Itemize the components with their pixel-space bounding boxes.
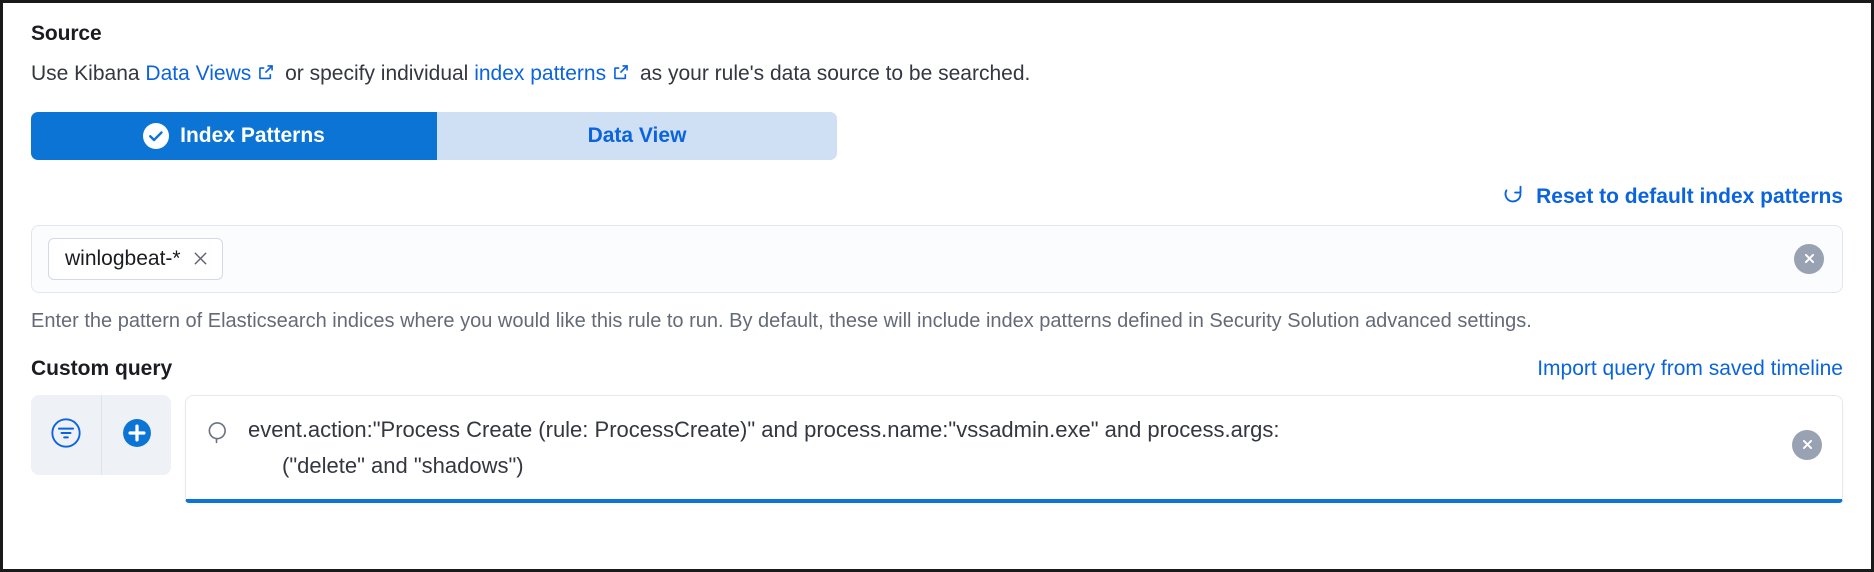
index-patterns-link[interactable]: index patterns <box>474 62 606 85</box>
query-bar-icon-buttons <box>31 395 171 475</box>
external-link-icon-2 <box>611 62 631 90</box>
check-circle-icon <box>143 123 169 149</box>
import-query-from-saved-timeline-link[interactable]: Import query from saved timeline <box>1537 357 1843 381</box>
query-text-line-2: ("delete" and "shadows") <box>248 448 1280 484</box>
add-filter-button[interactable] <box>31 395 101 475</box>
data-views-link[interactable]: Data Views <box>145 62 251 85</box>
external-link-icon <box>256 62 276 90</box>
filter-icon <box>48 415 84 454</box>
clear-index-patterns-button[interactable] <box>1794 244 1824 274</box>
index-pattern-pill-label: winlogbeat-* <box>65 247 181 271</box>
index-patterns-combobox[interactable]: winlogbeat-* <box>31 225 1843 293</box>
custom-query-header: Custom query Import query from saved tim… <box>31 357 1843 381</box>
add-query-button[interactable] <box>101 395 171 475</box>
search-icon <box>204 418 234 453</box>
remove-pill-icon[interactable] <box>191 249 210 268</box>
tab-data-view[interactable]: Data View <box>437 112 837 160</box>
desc-prefix: Use Kibana <box>31 62 145 85</box>
index-pattern-pill: winlogbeat-* <box>48 238 223 280</box>
tab-index-patterns-label: Index Patterns <box>180 124 325 148</box>
desc-middle: or specify individual <box>279 62 474 85</box>
source-description: Use Kibana Data Views or specify individ… <box>31 60 1843 90</box>
query-text-line-1: event.action:"Process Create (rule: Proc… <box>248 412 1280 448</box>
clear-query-button[interactable] <box>1792 430 1822 460</box>
query-bar: event.action:"Process Create (rule: Proc… <box>31 395 1843 503</box>
index-patterns-helper-text: Enter the pattern of Elasticsearch indic… <box>31 307 1821 335</box>
custom-query-label: Custom query <box>31 357 172 381</box>
page-title: Source <box>31 21 1843 46</box>
add-circle-icon <box>119 415 155 454</box>
query-input-box[interactable]: event.action:"Process Create (rule: Proc… <box>185 395 1843 503</box>
query-text: event.action:"Process Create (rule: Proc… <box>248 412 1280 483</box>
tab-data-view-label: Data View <box>588 124 687 148</box>
refresh-icon <box>1501 182 1525 212</box>
reset-row: Reset to default index patterns <box>31 182 1843 212</box>
source-type-button-group: Index Patterns Data View <box>31 112 837 160</box>
reset-to-default-index-patterns-button[interactable]: Reset to default index patterns <box>1501 182 1843 212</box>
reset-label: Reset to default index patterns <box>1536 185 1843 209</box>
desc-suffix: as your rule's data source to be searche… <box>634 62 1030 85</box>
tab-index-patterns[interactable]: Index Patterns <box>31 112 437 160</box>
source-section-panel: Source Use Kibana Data Views or specify … <box>0 0 1874 572</box>
